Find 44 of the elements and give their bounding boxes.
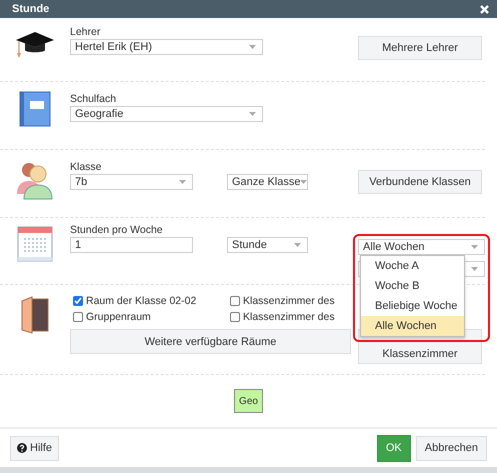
caret-icon (471, 267, 478, 271)
linked-classes-button[interactable]: Verbundene Klassen (358, 170, 482, 194)
dropdown-option[interactable]: Woche B (361, 276, 464, 296)
hours-input[interactable]: 1 (70, 237, 193, 253)
more-rooms-button[interactable]: Weitere verfügbare Räume (70, 329, 351, 354)
people-icon (15, 160, 55, 200)
book-icon (18, 91, 52, 127)
dropdown-option[interactable]: Woche A (361, 256, 464, 276)
subject-tag[interactable]: Geo (234, 389, 263, 413)
checkbox-label: Klassenzimmer des (243, 295, 335, 307)
caret-icon (294, 243, 301, 247)
door-icon (20, 295, 50, 335)
field-label: Stunden pro Woche (70, 224, 164, 237)
select-field[interactable]: Geografie (70, 106, 263, 122)
field-label: Lehrer (70, 26, 102, 39)
select-field[interactable]: Hertel Erik (EH) (70, 39, 263, 55)
dropdown-option[interactable]: Beliebige Woche (361, 296, 464, 316)
caret-icon (249, 112, 256, 116)
checkbox[interactable] (73, 312, 83, 322)
checkbox-label: Raum der Klasse 02-02 (86, 295, 196, 307)
multiple-teachers-button[interactable]: Mehrere Lehrer (358, 36, 482, 60)
help-button[interactable]: Hilfe (10, 436, 60, 460)
cancel-button[interactable]: Abbrechen (416, 436, 487, 460)
graduation-cap-icon (15, 30, 55, 60)
caret-icon (179, 180, 186, 184)
field-label: Klasse (70, 161, 103, 174)
window-title: Stunde (12, 3, 50, 15)
dropdown-option[interactable]: Alle Wochen (361, 316, 464, 336)
checkbox[interactable] (230, 296, 240, 306)
checkbox[interactable] (73, 296, 83, 306)
select-field[interactable]: Ganze Klasse (227, 174, 308, 190)
select-field[interactable]: Stunde (227, 237, 308, 253)
week-select[interactable]: Alle Wochen (358, 239, 485, 255)
close-icon[interactable] (480, 4, 489, 14)
caret-icon (471, 245, 478, 249)
checkbox[interactable] (230, 312, 240, 322)
checkbox-label: Klassenzimmer des (243, 311, 335, 323)
checkbox-label: Gruppenraum (86, 311, 151, 323)
select-field[interactable]: 7b (70, 174, 193, 190)
caret-icon (249, 45, 256, 49)
field-label: Schulfach (70, 93, 118, 106)
help-icon (17, 443, 27, 453)
caret-icon (300, 180, 308, 184)
calendar-icon (17, 226, 53, 262)
